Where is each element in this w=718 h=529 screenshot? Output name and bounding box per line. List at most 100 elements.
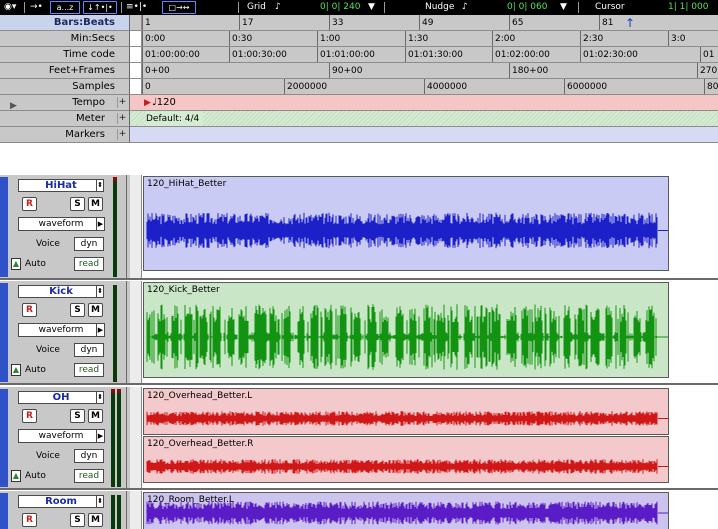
selector-tool-icon[interactable]: ≡•|•: [126, 1, 147, 14]
automation-mode-selector[interactable]: read: [74, 257, 104, 271]
solo-button[interactable]: S: [70, 513, 85, 527]
nudge-note-icon: ♪: [462, 2, 468, 12]
bars-beats-ruler[interactable]: 1 17 33 49 65 81 ↑: [130, 15, 718, 31]
ruler-tick: 90+00: [329, 63, 362, 78]
add-tempo-button[interactable]: +: [117, 97, 127, 108]
nudge-value[interactable]: 0| 0| 060: [507, 1, 547, 14]
track-header-kick[interactable]: Kick ⬍ R S M waveform ▶ Voice dyn ▲ Auto…: [0, 281, 130, 385]
record-arm-button[interactable]: R: [22, 513, 37, 527]
toolbar-divider: [238, 2, 239, 13]
az-sort-button[interactable]: a...z: [50, 1, 80, 14]
track-name-menu-icon[interactable]: ⬍: [96, 285, 104, 298]
track-name-menu-icon[interactable]: ⬍: [96, 495, 104, 508]
cursor-label: Cursor: [595, 2, 625, 12]
auto-label: Auto: [25, 471, 46, 481]
record-arm-button[interactable]: R: [22, 409, 37, 423]
voice-label: Voice: [36, 451, 60, 461]
add-meter-button[interactable]: +: [117, 113, 127, 124]
ruler-tick: 01:00:30:00: [229, 47, 287, 62]
mute-button[interactable]: M: [88, 513, 103, 527]
lane-ruler-column: [130, 387, 142, 488]
track-name-menu-icon[interactable]: ⬍: [96, 391, 104, 404]
track-name[interactable]: Kick: [18, 285, 104, 298]
track-header-room[interactable]: Room ⬍ R S M: [0, 491, 130, 529]
grid-value[interactable]: 0| 0| 240: [320, 1, 360, 14]
track-view-selector[interactable]: waveform: [18, 323, 104, 337]
ruler-tick: 1:30: [405, 31, 428, 46]
mute-button[interactable]: M: [88, 303, 103, 317]
ruler-label-feet-frames[interactable]: Feet+Frames: [0, 63, 130, 79]
automation-mode-selector[interactable]: read: [74, 469, 104, 483]
waveform-path: [146, 501, 658, 525]
track-name[interactable]: OH: [18, 391, 104, 404]
ruler-tick: 0+00: [142, 63, 170, 78]
ruler-tick: 01:01:30:00: [405, 47, 463, 62]
meter-ruler[interactable]: Default: 4/4: [130, 111, 718, 127]
clip-indicator: [111, 389, 115, 393]
audio-region[interactable]: 120_HiHat_Better: [143, 176, 669, 271]
samples-ruler[interactable]: 0 2000000 4000000 6000000 80: [130, 79, 718, 95]
ruler-tick: 01: [700, 47, 714, 62]
audio-region[interactable]: 120_Overhead_Better.L: [143, 388, 669, 435]
auto-label: Auto: [25, 259, 46, 269]
tempo-marker-icon[interactable]: ▶: [144, 95, 151, 110]
track-select-bar: [0, 389, 8, 487]
voice-selector[interactable]: dyn: [74, 449, 104, 463]
tempo-value[interactable]: ♩120: [152, 95, 176, 110]
feet-frames-ruler[interactable]: 0+00 90+00 180+00 270: [130, 63, 718, 79]
track-view-selector[interactable]: waveform: [18, 429, 104, 443]
mute-button[interactable]: M: [88, 409, 103, 423]
ruler-label-min-secs[interactable]: Min:Secs: [0, 31, 130, 47]
ruler-label-samples[interactable]: Samples: [0, 79, 130, 95]
track-header-hihat[interactable]: HiHat ⬍ R S M waveform ▶ Voice dyn ▲ Aut…: [0, 175, 130, 280]
track-name[interactable]: Room: [18, 495, 104, 508]
audio-region[interactable]: 120_Room_Better.L: [143, 492, 669, 529]
meter-value[interactable]: Default: 4/4: [146, 111, 204, 126]
mode-selector-icon[interactable]: ◉▾: [4, 1, 16, 14]
ruler-tick: 01:00:00:00: [142, 47, 200, 62]
solo-button[interactable]: S: [70, 409, 85, 423]
automation-icon[interactable]: ▲: [11, 258, 21, 270]
nudge-dropdown-icon[interactable]: ▼: [560, 1, 567, 14]
track-header-oh[interactable]: OH ⬍ R S M waveform ▶ Voice dyn ▲ Auto r…: [0, 387, 130, 490]
grabber-tool-button[interactable]: □→↔: [162, 1, 196, 14]
time-code-ruler[interactable]: 01:00:00:00 01:00:30:00 01:01:00:00 01:0…: [130, 47, 718, 63]
ruler-label-markers[interactable]: Markers +: [0, 127, 130, 143]
audio-region[interactable]: 120_Kick_Better: [143, 282, 669, 378]
toolbar-divider: [121, 2, 122, 13]
record-arm-button[interactable]: R: [22, 303, 37, 317]
automation-icon[interactable]: ▲: [11, 364, 21, 376]
ruler-tick: 6000000: [564, 79, 607, 94]
ruler-label-bars-beats[interactable]: Bars:Beats: [0, 15, 130, 31]
solo-button[interactable]: S: [70, 197, 85, 211]
ruler-tick: 01:02:30:00: [580, 47, 638, 62]
lane-ruler-column: [130, 175, 142, 278]
audio-region[interactable]: 120_Overhead_Better.R: [143, 436, 669, 483]
markers-ruler[interactable]: [130, 127, 718, 143]
ruler-label-meter[interactable]: Meter +: [0, 111, 130, 127]
view-menu-arrow-icon[interactable]: ▶: [96, 323, 105, 337]
track-view-selector[interactable]: waveform: [18, 217, 104, 231]
view-menu-arrow-icon[interactable]: ▶: [96, 217, 105, 231]
grid-dropdown-icon[interactable]: ▼: [368, 1, 375, 14]
automation-icon[interactable]: ▲: [11, 470, 21, 482]
mute-button[interactable]: M: [88, 197, 103, 211]
view-menu-arrow-icon[interactable]: ▶: [96, 429, 105, 443]
tempo-ruler[interactable]: ▶ ♩120: [130, 95, 718, 111]
nudge-label: Nudge: [425, 2, 455, 12]
voice-selector[interactable]: dyn: [74, 343, 104, 357]
track-name[interactable]: HiHat: [18, 179, 104, 192]
solo-button[interactable]: S: [70, 303, 85, 317]
add-marker-button[interactable]: +: [117, 129, 127, 140]
playhead-arrow-icon[interactable]: ↑: [625, 15, 635, 30]
trim-tool-button[interactable]: ↓↑•|•: [83, 1, 117, 14]
track-select-bar: [0, 493, 8, 529]
edit-arrows-icon[interactable]: →•: [30, 1, 43, 14]
min-secs-ruler[interactable]: 0:00 0:30 1:00 1:30 2:00 2:30 3:0: [130, 31, 718, 47]
track-name-menu-icon[interactable]: ⬍: [96, 179, 104, 192]
voice-selector[interactable]: dyn: [74, 237, 104, 251]
ruler-label-tempo[interactable]: ▶ Tempo +: [0, 95, 130, 111]
ruler-label-time-code[interactable]: Time code: [0, 47, 130, 63]
record-arm-button[interactable]: R: [22, 197, 37, 211]
automation-mode-selector[interactable]: read: [74, 363, 104, 377]
